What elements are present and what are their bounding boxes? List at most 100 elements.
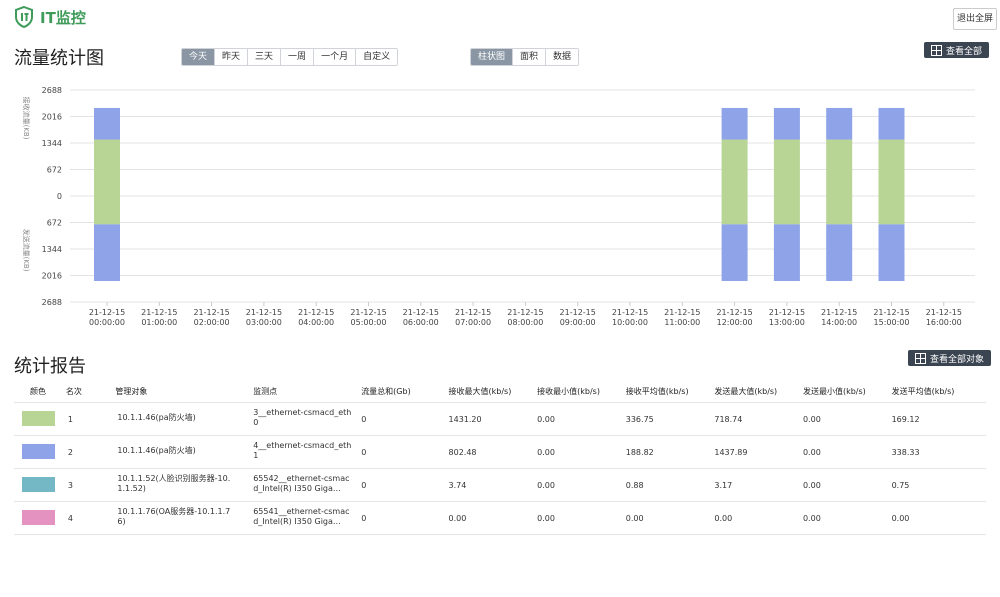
column-header: 发送平均值(kb/s) [891, 386, 955, 396]
send-avg-cell: 0.75 [887, 468, 986, 502]
bar-receive-series1[interactable] [773, 107, 800, 140]
report-section-title: 统计报告 [14, 356, 86, 377]
view-all-label: 查看全部 [946, 46, 983, 57]
column-header: 接收最小值(kb/s) [537, 386, 600, 396]
send-min-cell: 0.00 [798, 501, 888, 535]
bar-receive-series0[interactable] [878, 139, 905, 196]
rank-cell: 2 [61, 435, 112, 469]
y-tick-label: 2688 [42, 298, 62, 307]
bar-receive-series1[interactable] [826, 107, 853, 140]
bar-receive-series0[interactable] [826, 139, 853, 196]
view-all-objects-button[interactable]: 查看全部对象 [908, 350, 992, 366]
range-tab-1[interactable]: 昨天 [215, 49, 249, 65]
logo-text: IT监控 [40, 8, 86, 27]
y-tick-label: 1344 [42, 139, 62, 148]
range-tab-5[interactable]: 自定义 [356, 49, 398, 65]
range-tab-2[interactable]: 三天 [248, 49, 282, 65]
column-header: 发送最小值(kb/s) [802, 386, 866, 396]
table-row[interactable]: 3 10.1.1.52(人脸识别服务器-10.1.1.52) 65542__ethe… [14, 468, 986, 502]
object-cell: 10.1.1.46(pa防火墙) [111, 435, 250, 469]
total-cell: 0 [357, 468, 445, 502]
y-axis-label-send: 发送流量(KB) [22, 229, 31, 272]
y-axis-label-receive: 接收流量(KB) [22, 97, 31, 140]
total-cell: 0 [357, 435, 445, 469]
x-tick-label: 21-12-15 16:00:00 [926, 308, 962, 327]
view-all-objects-label: 查看全部对象 [930, 354, 985, 365]
bar-receive-series1[interactable] [94, 107, 120, 140]
monitor-text: 65541__ethernet-csmacd_Intel(R) I350 Gig… [253, 507, 350, 526]
table-row[interactable]: 1 10.1.1.46(pa防火墙) 3__ethernet-csmacd_eth0… [14, 402, 986, 436]
y-tick-label: 2016 [42, 113, 62, 122]
x-tick-label: 21-12-15 07:00:00 [455, 308, 491, 327]
color-cell [14, 501, 62, 535]
color-swatch [22, 509, 55, 525]
chart-view-tabs: 柱状图 面积 数据 [470, 48, 580, 66]
table-row[interactable]: 4 10.1.1.76(OA服务器-10.1.1.76) 65541__ethern… [14, 501, 986, 535]
bar-send-series0[interactable] [826, 196, 853, 225]
x-tick-label: 21-12-15 08:00:00 [507, 308, 543, 327]
bar-send-series0[interactable] [878, 196, 905, 225]
send-max-cell: 0.00 [710, 501, 799, 535]
time-range-tabs: 今天 昨天 三天 一周 一个月 自定义 [181, 48, 399, 66]
y-tick-label: 2688 [42, 86, 62, 95]
bar-send-series1[interactable] [826, 224, 853, 281]
y-tick-label: 0 [57, 192, 62, 201]
send-min-cell: 0.00 [798, 402, 888, 436]
bar-send-series1[interactable] [94, 224, 120, 281]
send-avg-cell: 0.00 [887, 501, 986, 535]
bar-send-series1[interactable] [878, 224, 905, 281]
view-tab-1[interactable]: 面积 [513, 49, 547, 65]
bar-receive-series0[interactable] [773, 139, 800, 196]
bar-send-series1[interactable] [721, 224, 748, 281]
range-tab-3[interactable]: 一周 [281, 49, 315, 65]
bar-send-series0[interactable] [773, 196, 800, 225]
statistics-report-table: 颜色 名次 管理对象 监测点 流量总和(Gb) 接收最大值(kb/s) 接收最小值(kb/s… [14, 380, 986, 535]
monitor-text: 3__ethernet-csmacd_eth0 [253, 408, 352, 427]
rank-cell: 4 [61, 501, 112, 535]
y-tick-label: 672 [47, 219, 62, 228]
x-tick-label: 21-12-15 09:00:00 [560, 308, 596, 327]
x-tick-label: 21-12-15 06:00:00 [403, 308, 439, 327]
bar-receive-series0[interactable] [94, 139, 120, 196]
column-header: 接收最大值(kb/s) [448, 386, 512, 396]
column-header: 接收平均值(kb/s) [625, 386, 689, 396]
monitor-text: 65542__ethernet-csmacd_Intel(R) I350 Gig… [253, 474, 350, 493]
y-tick-label: 1344 [42, 245, 62, 254]
color-swatch [22, 443, 55, 459]
recv-min-cell: 0.00 [533, 402, 622, 436]
bar-send-series0[interactable] [721, 196, 748, 225]
exit-fullscreen-button[interactable]: 退出全屏 [953, 8, 997, 30]
object-cell: 10.1.1.52(人脸识别服务器-10.1.1.52) [111, 468, 250, 502]
traffic-section-title: 流量统计图 [14, 48, 104, 69]
x-tick-label: 21-12-15 05:00:00 [350, 308, 386, 327]
color-swatch [22, 476, 55, 492]
range-tab-4[interactable]: 一个月 [314, 49, 357, 65]
color-swatch [22, 410, 55, 426]
bar-receive-series1[interactable] [721, 107, 748, 140]
table-row[interactable]: 2 10.1.1.46(pa防火墙) 4__ethernet-csmacd_eth1… [14, 435, 986, 469]
grid-icon [931, 45, 942, 56]
recv-max-cell: 0.00 [444, 501, 534, 535]
x-tick-label: 21-12-15 12:00:00 [716, 308, 752, 327]
object-text: 10.1.1.76(OA服务器-10.1.1.76) [117, 507, 231, 526]
object-text: 10.1.1.46(pa防火墙) [117, 413, 196, 422]
range-tab-0[interactable]: 今天 [182, 49, 216, 65]
bar-send-series1[interactable] [773, 224, 800, 281]
recv-avg-cell: 0.88 [621, 468, 711, 502]
send-max-cell: 3.17 [710, 468, 799, 502]
monitor-cell: 4__ethernet-csmacd_eth1 [249, 435, 358, 469]
monitor-cell: 65541__ethernet-csmacd_Intel(R) I350 Gig… [249, 501, 358, 535]
rank-cell: 1 [61, 402, 112, 436]
bar-send-series0[interactable] [94, 196, 120, 225]
bar-receive-series0[interactable] [721, 139, 748, 196]
recv-avg-cell: 336.75 [621, 402, 711, 436]
view-tab-2[interactable]: 数据 [546, 49, 579, 65]
bar-receive-series1[interactable] [878, 107, 905, 140]
send-min-cell: 0.00 [798, 468, 888, 502]
view-tab-0[interactable]: 柱状图 [471, 49, 514, 65]
x-tick-label: 21-12-15 13:00:00 [769, 308, 805, 327]
x-tick-label: 21-12-15 00:00:00 [89, 308, 125, 327]
shield-logo-icon [15, 6, 33, 28]
recv-avg-cell: 0.00 [621, 501, 711, 535]
view-all-button[interactable]: 查看全部 [924, 42, 990, 58]
